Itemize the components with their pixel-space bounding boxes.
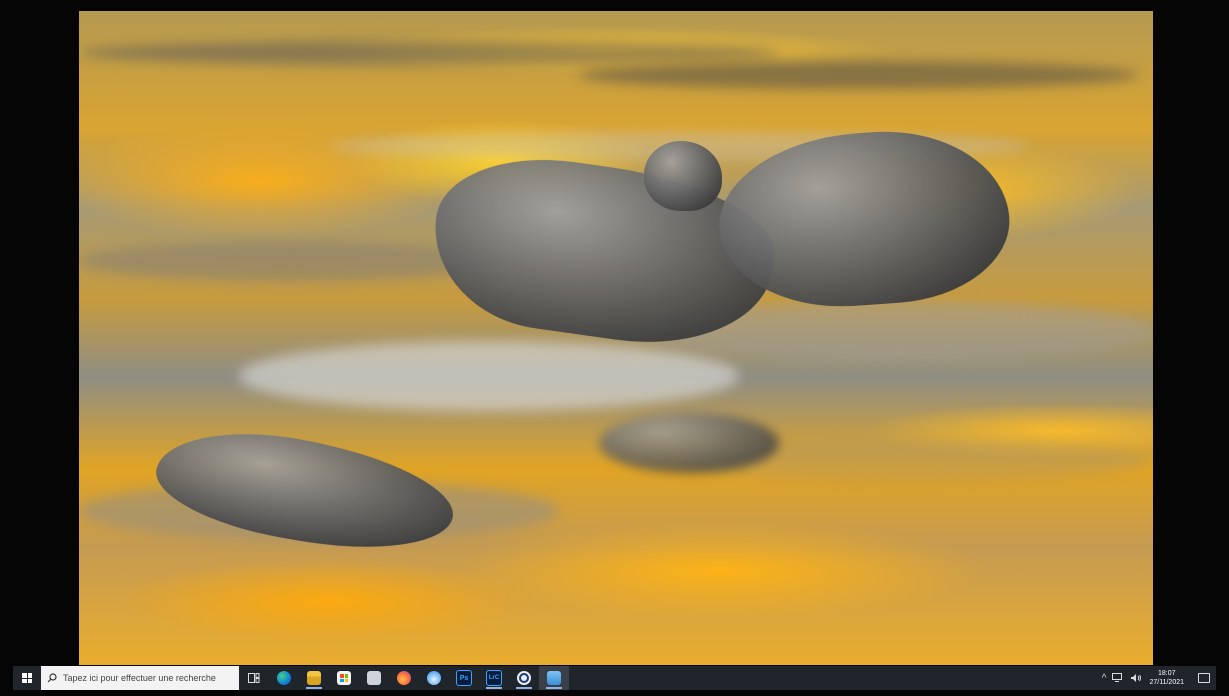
network-icon[interactable] [1112,673,1124,683]
photoshop-icon: Ps [456,670,472,686]
taskbar-app-firefox[interactable] [389,666,419,690]
taskbar-app-file-explorer[interactable] [299,666,329,690]
windows-icon [22,673,32,683]
cloud-icon [427,671,441,685]
chevron-up-icon[interactable]: ^ [1102,673,1107,684]
folder-icon [307,671,321,685]
water-streak [79,241,499,281]
search-placeholder: Tapez ici pour effectuer une recherche [63,673,216,683]
water-streak [579,61,1139,89]
task-view-icon [248,673,260,683]
taskbar: Tapez ici pour effectuer une recherche P… [13,666,1216,690]
lightroom-icon: LrC [486,670,502,686]
rock [148,415,462,567]
rock [644,141,722,211]
search-box[interactable]: Tapez ici pour effectuer une recherche [41,666,239,690]
desktop-screen [0,0,1229,696]
notification-button[interactable] [1192,673,1216,683]
submerged-rock [599,413,779,473]
start-button[interactable] [13,666,41,690]
clock-date: 27/11/2021 [1149,679,1184,686]
wallpaper-photo [79,11,1153,665]
task-view-button[interactable] [239,666,269,690]
app-icon [367,671,381,685]
notification-icon [1198,673,1210,683]
app-circle-icon [517,671,531,685]
taskbar-app-lightroom-classic[interactable]: LrC [479,666,509,690]
clock-time: 18:07 [1157,670,1176,677]
taskbar-app-photo-viewer[interactable] [539,666,569,690]
taskbar-app-edge[interactable] [269,666,299,690]
volume-icon[interactable] [1130,673,1142,683]
system-tray: ^ 18:07 27/11/2021 [1099,666,1216,690]
taskbar-app-photoshop[interactable]: Ps [449,666,479,690]
taskbar-app-store[interactable] [329,666,359,690]
water-streak [79,41,779,65]
taskbar-app-cloud[interactable] [419,666,449,690]
taskbar-app-unknown[interactable] [359,666,389,690]
clock[interactable]: 18:07 27/11/2021 [1149,669,1184,687]
search-icon [47,673,57,683]
water-streak [239,341,739,411]
edge-icon [277,671,291,685]
taskbar-app-circle[interactable] [509,666,539,690]
firefox-icon [397,671,411,685]
image-icon [547,671,561,685]
store-icon [337,671,351,685]
